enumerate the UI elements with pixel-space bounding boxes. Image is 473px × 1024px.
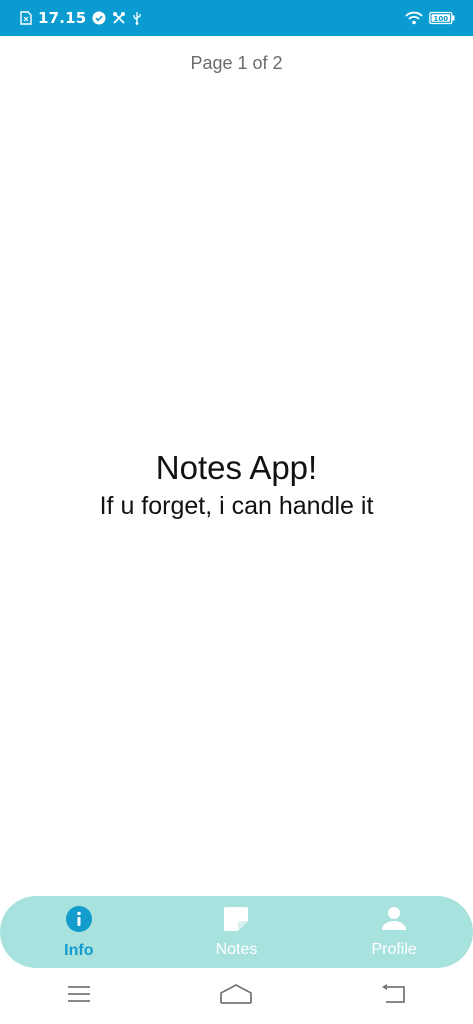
page-indicator: Page 1 of 2 bbox=[190, 53, 283, 73]
back-icon bbox=[380, 983, 408, 1010]
nav-item-info[interactable]: Info bbox=[9, 896, 149, 968]
status-time: 17.15 bbox=[38, 9, 87, 27]
status-left: 17.15 bbox=[20, 9, 142, 27]
menu-icon bbox=[66, 984, 92, 1009]
app-title: Notes App! bbox=[155, 449, 318, 486]
nav-label-notes: Notes bbox=[215, 940, 258, 958]
home-icon bbox=[219, 983, 253, 1010]
note-icon bbox=[222, 906, 250, 937]
status-right: 100 bbox=[405, 11, 455, 25]
sim-icon bbox=[20, 11, 32, 25]
bottom-navigation: Info Notes Profile bbox=[0, 896, 473, 968]
menu-button[interactable] bbox=[49, 976, 109, 1016]
status-bar: 17.15 100 bbox=[0, 0, 473, 36]
system-navigation-bar bbox=[0, 968, 473, 1024]
nav-item-notes[interactable]: Notes bbox=[166, 896, 306, 968]
notification-check-icon bbox=[92, 11, 106, 25]
nav-label-profile: Profile bbox=[371, 940, 417, 958]
intro-content: Notes App! If u forget, i can handle it bbox=[0, 448, 473, 522]
back-button[interactable] bbox=[364, 976, 424, 1016]
person-icon bbox=[380, 906, 408, 937]
info-icon bbox=[65, 905, 93, 938]
usb-icon bbox=[132, 11, 142, 25]
app-subtitle: If u forget, i can handle it bbox=[99, 492, 374, 520]
battery-level: 100 bbox=[433, 15, 448, 23]
nav-label-info: Info bbox=[64, 941, 94, 959]
battery-icon: 100 bbox=[429, 11, 455, 25]
wifi-icon bbox=[405, 11, 423, 25]
nav-item-profile[interactable]: Profile bbox=[324, 896, 464, 968]
tools-icon bbox=[112, 11, 126, 25]
home-button[interactable] bbox=[206, 976, 266, 1016]
